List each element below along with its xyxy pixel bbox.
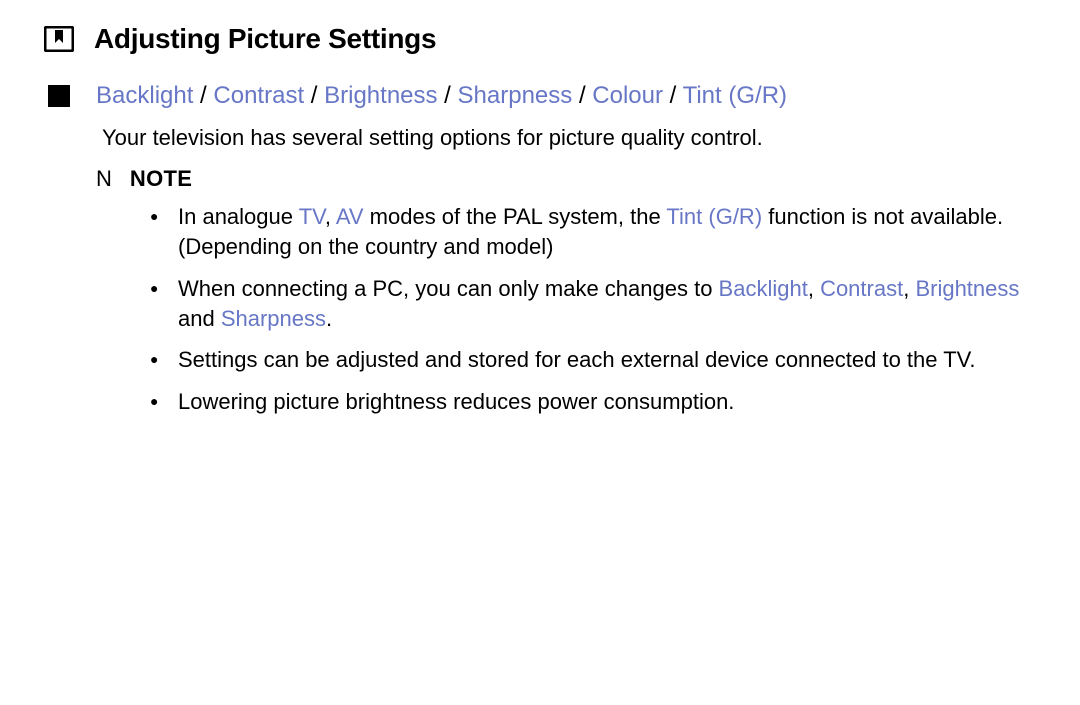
text-run: Settings can be adjusted and stored for … (178, 347, 975, 372)
note-label: NOTE (130, 166, 192, 192)
heading-term: Contrast (213, 82, 304, 109)
section-body: Your television has several setting opti… (48, 123, 1032, 417)
note-list: In analogue TV, AV modes of the PAL syst… (150, 202, 1032, 416)
text-run: Lowering picture brightness reduces powe… (178, 389, 734, 414)
text-run: When connecting a PC, you can only make … (178, 276, 719, 301)
note-item: Lowering picture brightness reduces powe… (150, 387, 1032, 417)
section: Backlight / Contrast / Brightness / Shar… (44, 81, 1032, 417)
text-run: . (326, 306, 332, 331)
page-title: Adjusting Picture Settings (94, 24, 436, 55)
accent-term: Brightness (915, 276, 1019, 301)
accent-term: Backlight (719, 276, 808, 301)
heading-term: Tint (G/R) (683, 82, 787, 109)
chapter-bookmark-icon (44, 26, 74, 52)
accent-term: Contrast (820, 276, 903, 301)
accent-term: Tint (G/R) (666, 204, 762, 229)
accent-term: TV (299, 204, 325, 229)
heading-separator: / (663, 82, 683, 109)
note-marker: N (96, 166, 112, 192)
heading-term: Brightness (324, 82, 437, 109)
heading-term: Sharpness (458, 82, 573, 109)
section-intro: Your television has several setting opti… (102, 123, 1032, 153)
text-run: , (903, 276, 915, 301)
note-item: Settings can be adjusted and stored for … (150, 345, 1032, 375)
text-run: , (808, 276, 820, 301)
title-row: Adjusting Picture Settings (44, 24, 1032, 55)
note-item: When connecting a PC, you can only make … (150, 274, 1032, 333)
accent-term: Sharpness (221, 306, 326, 331)
heading-term: Colour (592, 82, 663, 109)
document-page: Adjusting Picture Settings Backlight / C… (0, 0, 1080, 453)
note-header: N NOTE (96, 166, 1032, 192)
heading-separator: / (572, 82, 592, 109)
note-item: In analogue TV, AV modes of the PAL syst… (150, 202, 1032, 261)
text-run: modes of the PAL system, the (364, 204, 667, 229)
heading-separator: / (193, 82, 213, 109)
heading-separator: / (304, 82, 324, 109)
square-bullet-icon (48, 85, 70, 107)
section-heading-row: Backlight / Contrast / Brightness / Shar… (48, 81, 1032, 111)
text-run: In analogue (178, 204, 299, 229)
section-heading: Backlight / Contrast / Brightness / Shar… (96, 81, 787, 111)
heading-term: Backlight (96, 82, 193, 109)
heading-separator: / (438, 82, 458, 109)
text-run: , (325, 204, 336, 229)
accent-term: AV (336, 204, 364, 229)
text-run: and (178, 306, 221, 331)
